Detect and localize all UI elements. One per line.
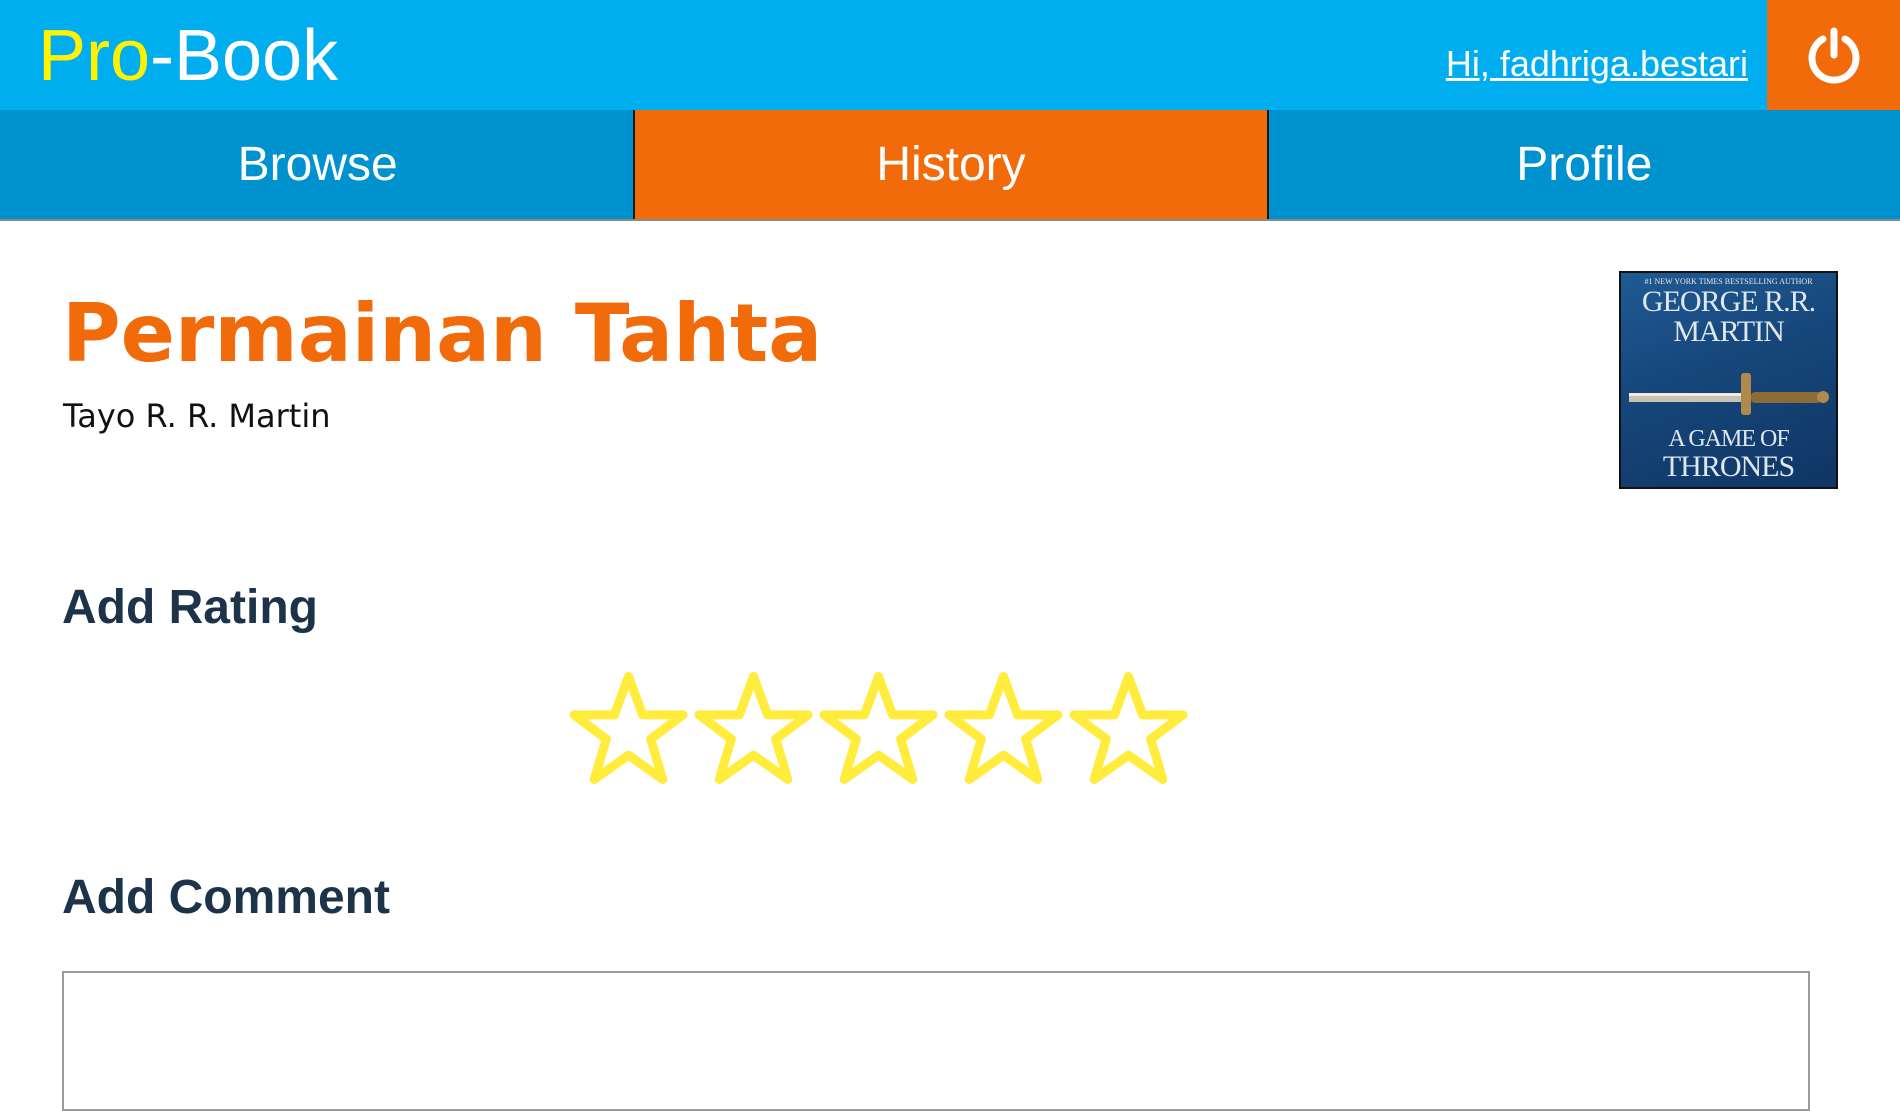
cover-title: A GAME OF THRONES — [1621, 423, 1836, 483]
star-icon-1[interactable] — [568, 668, 689, 794]
cover-author: GEORGE R.R. MARTIN — [1641, 285, 1816, 348]
book-title: Permainan Tahta — [62, 287, 823, 380]
add-rating-heading: Add Rating — [62, 581, 318, 634]
tab-history[interactable]: History — [633, 110, 1267, 219]
star-icon-5[interactable] — [1068, 668, 1189, 794]
tab-browse[interactable]: Browse — [0, 110, 634, 219]
star-icon-2[interactable] — [693, 668, 814, 794]
app-logo[interactable]: Pro-Book — [38, 14, 338, 98]
star-icon-4[interactable] — [943, 668, 1064, 794]
book-author: Tayo R. R. Martin — [63, 397, 331, 435]
cover-title-line1: A GAME OF — [1668, 426, 1789, 452]
header: Pro-Book Hi, fadhriga.bestari — [0, 0, 1900, 110]
add-comment-heading: Add Comment — [62, 871, 390, 924]
star-icon-3[interactable] — [818, 668, 939, 794]
tab-profile[interactable]: Profile — [1266, 110, 1900, 219]
star-rating — [568, 668, 1189, 794]
main-nav: Browse History Profile — [0, 110, 1900, 221]
user-greeting-link[interactable]: Hi, fadhriga.bestari — [1446, 42, 1748, 86]
comment-textarea[interactable] — [62, 971, 1810, 1111]
sword-illustration — [1629, 373, 1829, 415]
power-icon — [1808, 27, 1859, 84]
logout-button[interactable] — [1767, 0, 1900, 110]
book-cover-image: #1 NEW YORK TIMES BESTSELLING AUTHOR GEO… — [1619, 271, 1838, 489]
logo-accent: Pro — [38, 16, 151, 96]
logo-text: -Book — [150, 16, 339, 96]
cover-title-line2: THRONES — [1662, 450, 1795, 483]
